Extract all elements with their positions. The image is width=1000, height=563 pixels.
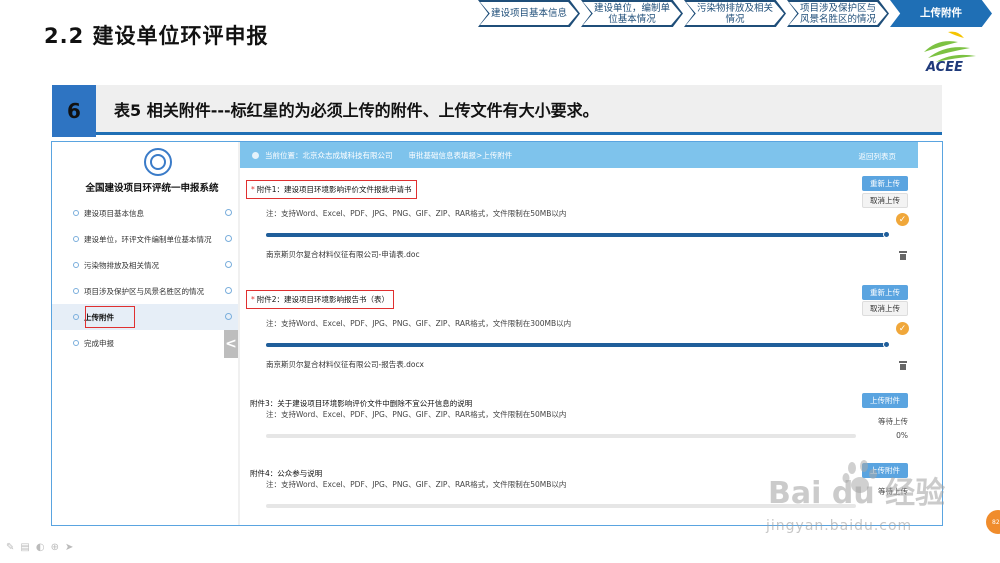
chevron-icon xyxy=(225,261,232,268)
upload-progress xyxy=(266,233,886,237)
bullet-icon xyxy=(73,314,79,320)
progress-percent: 0% xyxy=(896,431,908,440)
sidebar-nav: 建设项目基本信息 建设单位，环评文件编制单位基本情况 污染物排放及相关情况 项目… xyxy=(52,200,238,356)
sidebar-item-label: 建设单位，环评文件编制单位基本情况 xyxy=(84,234,212,244)
progress-knob-icon xyxy=(883,231,890,238)
cancel-upload-button[interactable]: 取消上传 xyxy=(862,301,908,316)
step-label: 污染物排放及相关情况 xyxy=(696,2,773,25)
location-icon xyxy=(252,151,259,159)
attachment-note: 注：支持Word、Excel、PDF、JPG、PNG、GIF、ZIP、RAR格式… xyxy=(266,209,567,218)
check-icon: ✓ xyxy=(896,213,909,226)
attachment-2: * 附件2：建设项目环境影响报告书（表） 重新上传 取消上传 注：支持Word、E… xyxy=(240,282,918,382)
upload-progress xyxy=(266,343,886,347)
upload-status: 等待上传 xyxy=(878,417,908,426)
attachment-title: * 附件1：建设项目环境影响评价文件报批申请书 xyxy=(246,180,417,199)
system-title: 全国建设项目环评统一申报系统 xyxy=(85,183,219,194)
sidebar-item-pollutant[interactable]: 污染物排放及相关情况 xyxy=(52,252,238,278)
sidebar-item-complete[interactable]: 完成申报 xyxy=(52,330,238,356)
upload-progress xyxy=(266,434,856,438)
attachment-note: 注：支持Word、Excel、PDF、JPG、PNG、GIF、ZIP、RAR格式… xyxy=(266,480,567,489)
highlight-box xyxy=(85,306,135,328)
attachment-title-text: 附件1：建设项目环境影响评价文件报批申请书 xyxy=(256,185,412,194)
sidebar-item-label: 项目涉及保护区与风景名胜区的情况 xyxy=(84,286,204,296)
attachment-3: 附件3：关于建设项目环境影响评价文件中删除不宜公开信息的说明 上传附件 注：支持… xyxy=(240,390,918,450)
check-icon: ✓ xyxy=(896,322,909,335)
presentation-toolbar: ✎ ▤ ◐ ⊕ ➤ xyxy=(6,542,73,553)
sidebar-item-label: 建设项目基本信息 xyxy=(84,208,144,218)
sidebar-item-label: 污染物排放及相关情况 xyxy=(84,260,159,270)
upload-attachment-button[interactable]: 上传附件 xyxy=(862,393,908,408)
step-label: 建设项目基本信息 xyxy=(490,8,567,19)
watermark-text: Bai du 经验 xyxy=(768,476,946,511)
bullet-icon xyxy=(73,340,79,346)
step-protected-area[interactable]: 项目涉及保护区与风景名胜区的情况 xyxy=(787,0,889,27)
back-to-list-link[interactable]: 返回列表页 xyxy=(859,151,897,162)
progress-knob-icon xyxy=(883,341,890,348)
step-pollutant[interactable]: 污染物排放及相关情况 xyxy=(684,0,786,27)
breadcrumb-path[interactable]: 审批基础信息表填报>上传附件 xyxy=(409,150,513,161)
bullet-icon xyxy=(73,262,79,268)
collapse-sidebar-button[interactable]: < xyxy=(224,330,238,358)
chevron-icon xyxy=(225,209,232,216)
uploaded-file-name[interactable]: 南京斯贝尔复合材料仪征有限公司-申请表.doc xyxy=(266,249,420,260)
highlighter-icon[interactable]: ◐ xyxy=(36,542,45,553)
pointer-icon[interactable]: ➤ xyxy=(65,542,73,553)
step-navigation: 建设项目基本信息 建设单位，编制单位基本情况 污染物排放及相关情况 项目涉及保护… xyxy=(478,0,993,27)
chevron-icon xyxy=(225,235,232,242)
section-number: 6 xyxy=(52,85,96,137)
page-number-badge: 82 xyxy=(986,510,1000,534)
slide-title: 2.2 建设单位环评申报 xyxy=(44,24,269,48)
slides-icon[interactable]: ▤ xyxy=(20,542,29,553)
attachment-title-text: 附件2：建设项目环境影响报告书（表） xyxy=(256,295,390,304)
logo-text: ACEE xyxy=(926,60,963,75)
step-basic-info[interactable]: 建设项目基本信息 xyxy=(478,0,580,27)
bullet-icon xyxy=(73,288,79,294)
step-upload[interactable]: 上传附件 xyxy=(890,0,992,27)
reupload-button[interactable]: 重新上传 xyxy=(862,285,908,300)
watermark-url: jingyan.baidu.com xyxy=(766,518,913,534)
bullet-icon xyxy=(73,236,79,242)
zoom-icon[interactable]: ⊕ xyxy=(51,542,59,553)
breadcrumb-location: 当前位置：北京众志成城科技有限公司 xyxy=(265,150,393,160)
step-label: 建设单位，编制单位基本情况 xyxy=(593,2,670,25)
step-unit-info[interactable]: 建设单位，编制单位基本情况 xyxy=(581,0,683,27)
sidebar: 全国建设项目环评统一申报系统 建设项目基本信息 建设单位，环评文件编制单位基本情… xyxy=(52,142,238,525)
attachment-note: 注：支持Word、Excel、PDF、JPG、PNG、GIF、ZIP、RAR格式… xyxy=(266,410,567,419)
national-emblem-icon xyxy=(144,148,172,176)
attachment-note: 注：支持Word、Excel、PDF、JPG、PNG、GIF、ZIP、RAR格式… xyxy=(266,319,572,328)
pen-icon[interactable]: ✎ xyxy=(6,542,14,553)
reupload-button[interactable]: 重新上传 xyxy=(862,176,908,191)
attachment-1: * 附件1：建设项目环境影响评价文件报批申请书 重新上传 取消上传 注：支持Wor… xyxy=(240,172,918,272)
uploaded-file-name[interactable]: 南京斯贝尔复合材料仪征有限公司-报告表.docx xyxy=(266,359,424,370)
cancel-upload-button[interactable]: 取消上传 xyxy=(862,193,908,208)
chevron-icon xyxy=(225,313,232,320)
step-label: 项目涉及保护区与风景名胜区的情况 xyxy=(799,2,876,25)
sidebar-item-basic-info[interactable]: 建设项目基本信息 xyxy=(52,200,238,226)
bullet-icon xyxy=(73,210,79,216)
section-text: 表5 相关附件---标红星的为必须上传的附件、上传文件有大小要求。 xyxy=(114,100,599,120)
sidebar-item-unit-info[interactable]: 建设单位，环评文件编制单位基本情况 xyxy=(52,226,238,252)
trash-icon[interactable] xyxy=(899,361,907,370)
sidebar-item-label: 完成申报 xyxy=(84,338,114,348)
trash-icon[interactable] xyxy=(899,251,907,260)
chevron-icon xyxy=(225,287,232,294)
sidebar-item-upload[interactable]: 上传附件 xyxy=(52,304,238,330)
attachment-title: * 附件2：建设项目环境影响报告书（表） xyxy=(246,290,395,309)
step-label: 上传附件 xyxy=(920,7,962,19)
slide: 2.2 建设单位环评申报 建设项目基本信息 建设单位，编制单位基本情况 污染物排… xyxy=(0,0,1000,563)
sidebar-item-protected-area[interactable]: 项目涉及保护区与风景名胜区的情况 xyxy=(52,278,238,304)
breadcrumb: 当前位置：北京众志成城科技有限公司 审批基础信息表填报>上传附件 返回列表页 xyxy=(240,142,918,168)
section-heading: 表5 相关附件---标红星的为必须上传的附件、上传文件有大小要求。 xyxy=(96,85,942,135)
